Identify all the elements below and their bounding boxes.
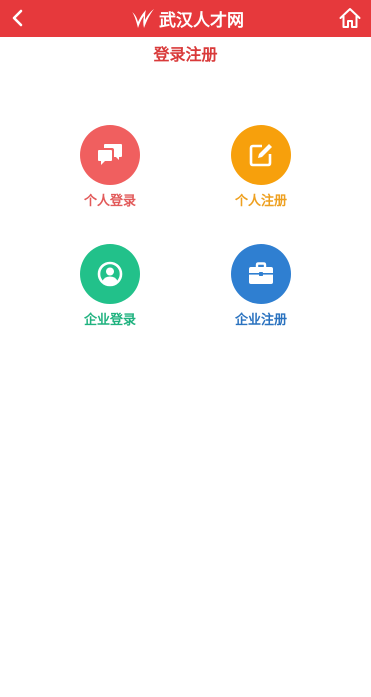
- enterprise-register-tile[interactable]: 企业注册: [201, 244, 321, 344]
- enterprise-login-icon-circle: [80, 244, 140, 304]
- page-title: 登录注册: [153, 45, 218, 64]
- enterprise-register-icon-circle: [231, 244, 291, 304]
- personal-register-label: 个人注册: [234, 194, 287, 209]
- home-button[interactable]: [335, 3, 365, 33]
- personal-register-icon-circle: [231, 125, 291, 185]
- personal-login-icon-circle: [80, 125, 140, 185]
- edit-icon: [249, 144, 272, 167]
- enterprise-register-label: 企业注册: [234, 313, 287, 328]
- personal-register-tile[interactable]: 个人注册: [201, 125, 321, 225]
- personal-login-label: 个人登录: [83, 194, 136, 209]
- user-circle-icon: [97, 261, 123, 287]
- logo-text: 武汉人才网: [159, 11, 244, 31]
- login-register-page: 武汉人才网 登录注册 个人登录 个人注册 企业登录 企业注册: [0, 0, 371, 697]
- briefcase-icon: [249, 262, 273, 284]
- site-logo[interactable]: 武汉人才网: [130, 3, 244, 34]
- home-icon: [339, 8, 361, 28]
- back-button[interactable]: [2, 2, 34, 34]
- enterprise-login-tile[interactable]: 企业登录: [50, 244, 170, 344]
- chevron-left-icon: [12, 9, 23, 27]
- enterprise-login-label: 企业登录: [83, 313, 136, 328]
- personal-login-tile[interactable]: 个人登录: [50, 125, 170, 225]
- header-bar: 武汉人才网: [0, 0, 371, 37]
- chat-bubbles-icon: [98, 144, 122, 165]
- logo-mark-icon: [132, 8, 154, 28]
